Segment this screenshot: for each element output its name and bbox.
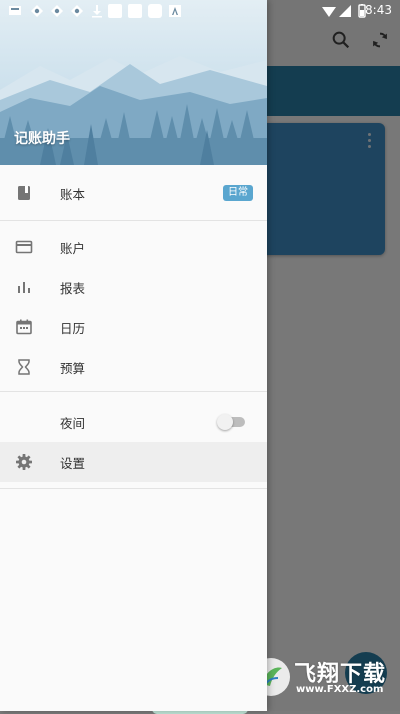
menu-divider <box>0 391 267 392</box>
ledger-book-icon <box>14 183 34 203</box>
menu-label-calendar: 日历 <box>60 321 86 336</box>
signal-icon <box>338 3 352 17</box>
watermark: 飞翔下载 www.FXXZ.com <box>252 656 392 704</box>
drawer-header: 记账助手 <box>0 0 267 165</box>
night-mode-toggle[interactable] <box>217 414 245 430</box>
menu-label-night-mode: 夜间 <box>60 416 86 431</box>
text-icon <box>168 3 182 17</box>
menu-label-ledger: 账本 <box>60 187 86 202</box>
menu-label-settings: 设置 <box>60 456 86 471</box>
menu-label-budget: 预算 <box>60 361 86 376</box>
bar-chart-icon <box>14 277 34 297</box>
wifi-icon <box>322 3 336 17</box>
menu-item-budget[interactable]: 预算 <box>0 347 267 387</box>
status-bar: 8:43 <box>0 0 400 22</box>
app-icon <box>128 3 142 18</box>
gear-icon <box>14 452 34 472</box>
app-icon <box>108 3 122 18</box>
app-title: 记账助手 <box>14 131 70 147</box>
menu-item-settings[interactable]: 设置 <box>0 442 267 482</box>
ledger-badge[interactable]: 日常 <box>223 185 253 201</box>
app-icon <box>50 3 64 17</box>
menu-item-account[interactable]: 账户 <box>0 227 267 267</box>
app-icon <box>148 3 162 18</box>
moon-icon <box>14 412 34 432</box>
status-time: 8:43 <box>365 3 392 17</box>
toggle-thumb <box>217 414 233 430</box>
card-icon <box>14 237 34 257</box>
download-icon <box>90 3 104 18</box>
menu-label-account: 账户 <box>60 241 86 256</box>
notification-icon <box>8 3 22 17</box>
menu-divider <box>0 488 267 489</box>
app-icon <box>70 3 84 17</box>
navigation-drawer: 记账助手 账本 日常 账户 报表 日历 预算 夜间 设置 <box>0 0 267 711</box>
menu-item-calendar[interactable]: 日历 <box>0 307 267 347</box>
menu-item-report[interactable]: 报表 <box>0 267 267 307</box>
hourglass-icon <box>14 357 34 377</box>
menu-divider <box>0 220 267 221</box>
menu-label-report: 报表 <box>60 281 86 296</box>
calendar-icon <box>14 317 34 337</box>
app-icon <box>30 3 44 17</box>
watermark-url: www.FXXZ.com <box>296 684 384 695</box>
